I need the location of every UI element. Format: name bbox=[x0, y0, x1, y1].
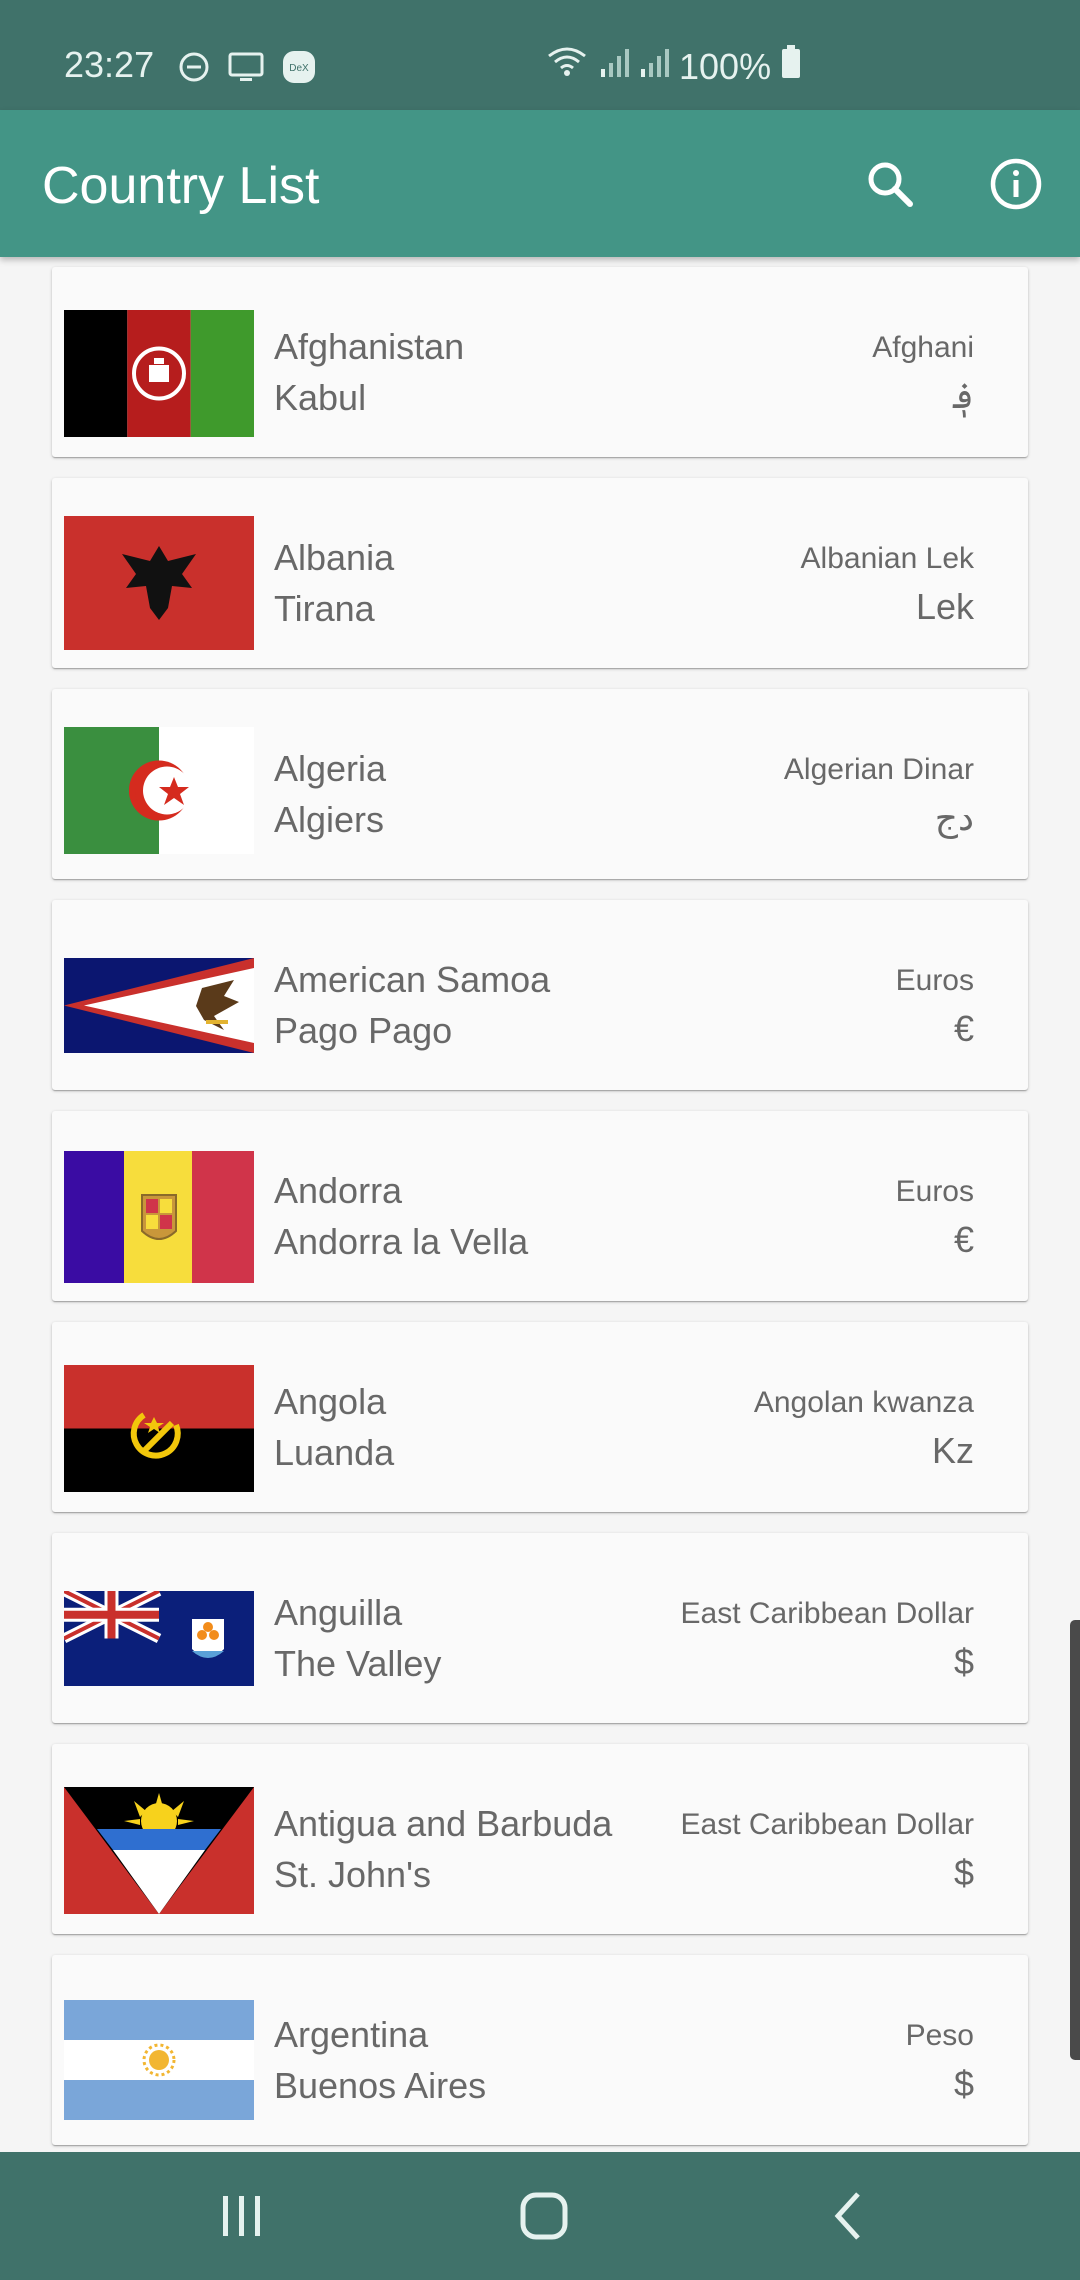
afghanistan-flag bbox=[64, 310, 254, 437]
capital-name: Buenos Aires bbox=[274, 2065, 487, 2106]
american-samoa-flag bbox=[64, 958, 254, 1053]
home-button[interactable] bbox=[504, 2178, 584, 2254]
back-button[interactable] bbox=[808, 2178, 888, 2254]
currency-symbol: Kz bbox=[931, 1430, 974, 1471]
capital-name: The Valley bbox=[274, 1643, 442, 1684]
back-icon bbox=[834, 2192, 860, 2240]
signal-icon bbox=[599, 45, 629, 88]
screen-cast-icon bbox=[228, 51, 264, 88]
currency-name: Euros bbox=[895, 964, 974, 997]
info-button[interactable] bbox=[986, 154, 1046, 214]
dex-label: DeX bbox=[289, 63, 309, 74]
currency-symbol: Lek bbox=[915, 586, 974, 627]
currency-symbol: ؋ bbox=[952, 375, 974, 416]
country-card-argentina[interactable]: Argentina Buenos Aires Peso $ bbox=[52, 1955, 1028, 2145]
currency-symbol: $ bbox=[953, 1641, 974, 1682]
country-card-angola[interactable]: Angola Luanda Angolan kwanza Kz bbox=[52, 1322, 1028, 1512]
country-name: Argentina bbox=[274, 2014, 429, 2055]
angola-flag bbox=[64, 1365, 254, 1492]
wifi-icon bbox=[545, 44, 589, 89]
capital-name: Algiers bbox=[274, 799, 385, 840]
status-time: 23:27 bbox=[64, 44, 155, 85]
search-button[interactable] bbox=[860, 154, 920, 214]
signal-icon bbox=[639, 45, 669, 88]
albania-flag bbox=[64, 516, 254, 650]
app-bar: Country List bbox=[0, 110, 1080, 257]
recents-icon bbox=[223, 2196, 260, 2236]
currency-name: East Caribbean Dollar bbox=[680, 1597, 974, 1630]
currency-symbol: دج bbox=[934, 797, 974, 838]
country-card-anguilla[interactable]: Anguilla The Valley East Caribbean Dolla… bbox=[52, 1533, 1028, 1723]
country-name: Anguilla bbox=[274, 1592, 403, 1633]
currency-name: Afghani bbox=[872, 331, 974, 364]
country-name: American Samoa bbox=[274, 959, 551, 1000]
argentina-flag bbox=[64, 2000, 254, 2120]
currency-symbol: $ bbox=[953, 1852, 974, 1893]
currency-name: Peso bbox=[905, 2019, 974, 2052]
battery-percent: 100% bbox=[679, 45, 772, 87]
country-card-afghanistan[interactable]: Afghanistan Kabul Afghani ؋ bbox=[52, 267, 1028, 457]
currency-name: Angolan kwanza bbox=[753, 1386, 974, 1419]
capital-name: Pago Pago bbox=[274, 1010, 453, 1051]
country-card-american-samoa[interactable]: American Samoa Pago Pago Euros € bbox=[52, 900, 1028, 1090]
capital-name: Andorra la Vella bbox=[274, 1221, 529, 1262]
search-icon bbox=[868, 162, 913, 207]
page-title: Country List bbox=[42, 157, 320, 215]
recents-button[interactable] bbox=[202, 2178, 282, 2254]
capital-name: Tirana bbox=[274, 588, 375, 629]
country-card-algeria[interactable]: Algeria Algiers Algerian Dinar دج bbox=[52, 689, 1028, 879]
country-name: Algeria bbox=[274, 748, 387, 789]
currency-symbol: € bbox=[953, 1219, 974, 1260]
country-name: Afghanistan bbox=[274, 326, 465, 367]
currency-symbol: $ bbox=[953, 2063, 974, 2104]
battery-icon bbox=[781, 45, 801, 88]
country-list[interactable]: Afghanistan Kabul Afghani ؋ Albania Tira… bbox=[0, 257, 1080, 2152]
country-name: Albania bbox=[274, 537, 395, 578]
dex-icon: DeX bbox=[282, 50, 316, 89]
scrollbar-thumb[interactable] bbox=[1070, 1620, 1080, 2060]
capital-name: Kabul bbox=[274, 377, 367, 418]
home-icon bbox=[520, 2192, 568, 2240]
currency-name: Euros bbox=[895, 1175, 974, 1208]
country-name: Angola bbox=[274, 1381, 387, 1422]
country-name: Antigua and Barbuda bbox=[274, 1803, 613, 1844]
andorra-flag bbox=[64, 1151, 254, 1283]
currency-symbol: € bbox=[953, 1008, 974, 1049]
capital-name: Luanda bbox=[274, 1432, 395, 1473]
currency-name: East Caribbean Dollar bbox=[680, 1808, 974, 1841]
country-name: Andorra bbox=[274, 1170, 403, 1211]
currency-name: Albanian Lek bbox=[800, 542, 974, 575]
country-card-andorra[interactable]: Andorra Andorra la Vella Euros € bbox=[52, 1111, 1028, 1301]
navigation-bar bbox=[0, 2152, 1080, 2280]
country-card-antigua-and-barbuda[interactable]: Antigua and Barbuda St. John's East Cari… bbox=[52, 1744, 1028, 1934]
do-not-disturb-icon bbox=[178, 51, 210, 88]
status-bar: 23:27 DeX 100% bbox=[0, 0, 1080, 110]
anguilla-flag bbox=[64, 1591, 254, 1686]
currency-name: Algerian Dinar bbox=[783, 753, 974, 786]
country-card-albania[interactable]: Albania Tirana Albanian Lek Lek bbox=[52, 478, 1028, 668]
antigua-and-barbuda-flag bbox=[64, 1787, 254, 1914]
info-icon bbox=[990, 158, 1042, 210]
algeria-flag bbox=[64, 727, 254, 854]
capital-name: St. John's bbox=[274, 1854, 431, 1895]
